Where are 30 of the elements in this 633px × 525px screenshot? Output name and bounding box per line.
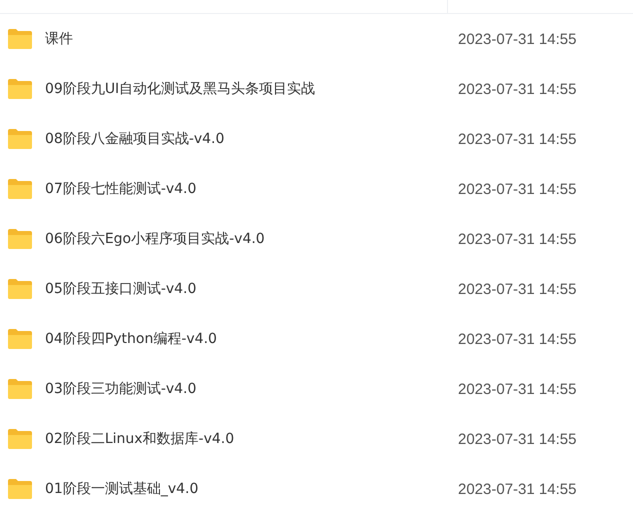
modified-date: 2023-07-31 14:55	[458, 430, 576, 448]
modified-date: 2023-07-31 14:55	[458, 480, 576, 498]
folder-icon	[7, 278, 33, 300]
folder-name[interactable]: 05阶段五接口测试-v4.0	[45, 280, 445, 298]
modified-date: 2023-07-31 14:55	[458, 180, 576, 198]
modified-date: 2023-07-31 14:55	[458, 330, 576, 348]
folder-icon	[7, 328, 33, 350]
modified-date: 2023-07-31 14:55	[458, 130, 576, 148]
modified-date: 2023-07-31 14:55	[458, 80, 576, 98]
folder-icon	[7, 78, 33, 100]
modified-date: 2023-07-31 14:55	[458, 30, 576, 48]
folder-icon	[7, 128, 33, 150]
folder-icon	[7, 478, 33, 500]
modified-date: 2023-07-31 14:55	[458, 380, 576, 398]
folder-name[interactable]: 03阶段三功能测试-v4.0	[45, 380, 445, 398]
folder-icon	[7, 28, 33, 50]
folder-name[interactable]: 07阶段七性能测试-v4.0	[45, 180, 445, 198]
folder-icon	[7, 428, 33, 450]
folder-name[interactable]: 08阶段八金融项目实战-v4.0	[45, 130, 445, 148]
modified-date: 2023-07-31 14:55	[458, 280, 576, 298]
folder-name[interactable]: 课件	[45, 30, 445, 48]
folder-icon	[7, 178, 33, 200]
folder-name[interactable]: 04阶段四Python编程-v4.0	[45, 330, 445, 348]
folder-icon	[7, 228, 33, 250]
folder-name[interactable]: 01阶段一测试基础_v4.0	[45, 480, 445, 498]
folder-name[interactable]: 02阶段二Linux和数据库-v4.0	[45, 430, 445, 448]
folder-name[interactable]: 06阶段六Ego小程序项目实战-v4.0	[45, 230, 445, 248]
folder-name[interactable]: 09阶段九UI自动化测试及黑马头条项目实战	[45, 80, 445, 98]
modified-date: 2023-07-31 14:55	[458, 230, 576, 248]
folder-icon	[7, 378, 33, 400]
